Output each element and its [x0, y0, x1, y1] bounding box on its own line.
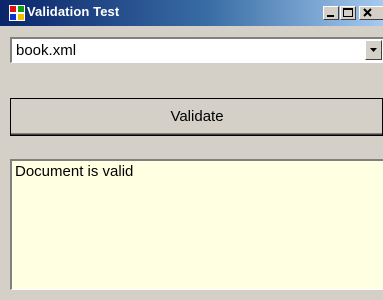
output-message: Document is valid [15, 163, 134, 180]
minimize-button[interactable] [323, 6, 339, 20]
validate-button[interactable]: Validate [10, 98, 383, 136]
title-bar[interactable]: Validation Test [0, 0, 383, 26]
close-icon [363, 8, 372, 17]
validate-button-label: Validate [170, 108, 224, 125]
maximize-icon [343, 8, 353, 17]
minimize-icon [327, 15, 334, 17]
file-select-value: book.xml [16, 42, 77, 59]
window-title: Validation Test [27, 4, 120, 19]
close-button[interactable] [359, 6, 383, 20]
maximize-button[interactable] [340, 6, 356, 20]
output-textbox[interactable]: Document is valid [10, 159, 383, 290]
dropdown-arrow-button[interactable] [365, 40, 382, 60]
file-select-dropdown[interactable]: book.xml [10, 37, 383, 63]
windows-app-icon[interactable] [9, 5, 25, 21]
validation-test-window: Validation Test book.xml Validate Docume… [0, 0, 383, 300]
chevron-down-icon [370, 48, 377, 52]
